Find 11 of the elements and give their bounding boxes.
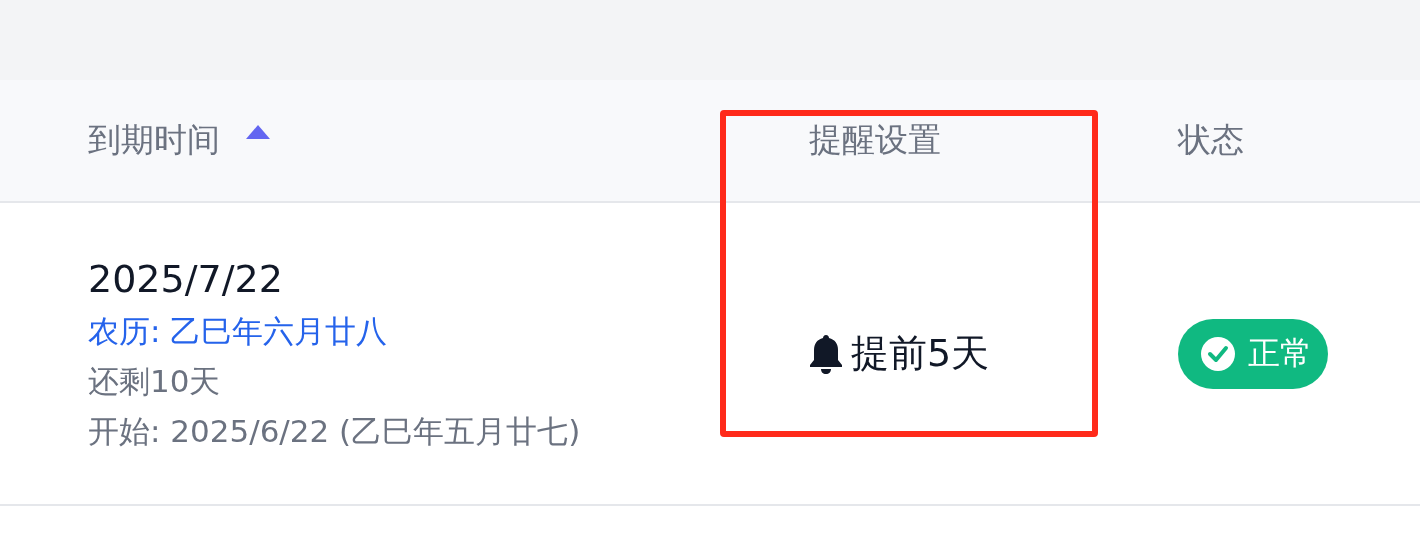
reminder-text: 提前5天	[851, 330, 990, 377]
start-date: 开始: 2025/6/22 (乙巳年五月廿七)	[88, 411, 582, 451]
lunar-date: 农历: 乙巳年六月廿八	[88, 311, 389, 351]
status-badge: 正常	[1178, 318, 1328, 389]
column-header[interactable]: 提醒设置	[809, 118, 941, 163]
bell-icon	[807, 332, 845, 375]
column-header[interactable]: 状态	[1178, 118, 1244, 163]
sort-up-icon[interactable]	[246, 124, 270, 139]
remaining-days: 还剩10天	[88, 355, 809, 406]
due-date: 2025/7/22	[88, 255, 284, 303]
column-header[interactable]: 到期时间	[88, 118, 220, 163]
